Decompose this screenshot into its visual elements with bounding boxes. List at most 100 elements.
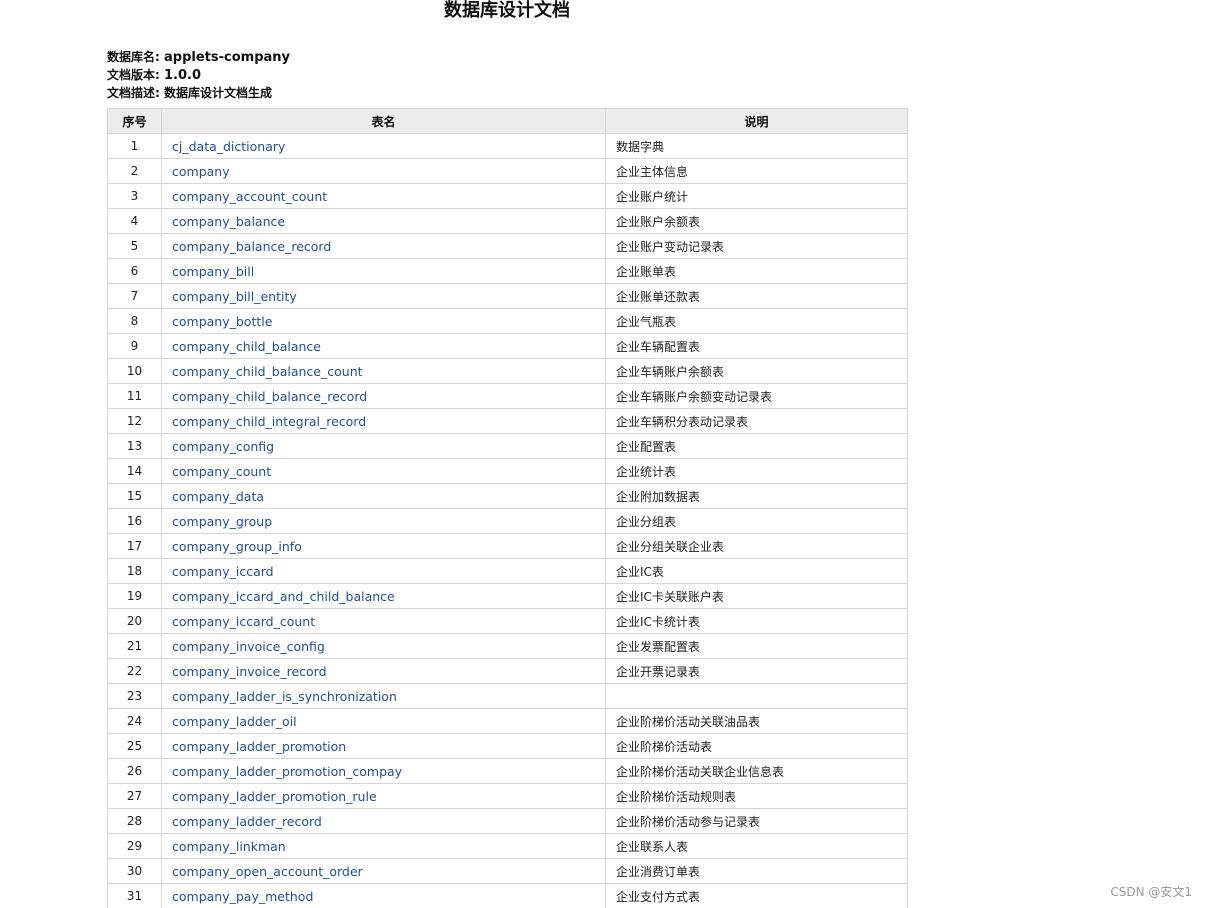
table-name-cell: company_ladder_is_synchronization <box>161 683 606 709</box>
table-description: 企业附加数据表 <box>605 483 908 509</box>
table-name-link[interactable]: company_pay_method <box>172 889 313 904</box>
table-description: 企业账单还款表 <box>605 283 908 309</box>
table-name-link[interactable]: company_child_balance <box>172 339 321 354</box>
table-row: 29 company_linkman 企业联系人表 <box>107 833 908 859</box>
table-description: 企业支付方式表 <box>605 883 908 908</box>
column-header-table-name: 表名 <box>161 108 606 134</box>
table-name-cell: cj_data_dictionary <box>161 133 606 159</box>
table-name-link[interactable]: company_iccard <box>172 564 274 579</box>
table-row: 8 company_bottle 企业气瓶表 <box>107 308 908 334</box>
table-name-link[interactable]: company_group <box>172 514 272 529</box>
row-index: 8 <box>107 308 162 334</box>
table-name-link[interactable]: company_iccard_count <box>172 614 315 629</box>
table-description: 企业账户变动记录表 <box>605 233 908 259</box>
table-name-link[interactable]: company_ladder_is_synchronization <box>172 689 397 704</box>
table-name-cell: company_pay_method <box>161 883 606 908</box>
table-description: 企业联系人表 <box>605 833 908 859</box>
table-name-cell: company_child_balance_count <box>161 358 606 384</box>
table-description: 企业开票记录表 <box>605 658 908 684</box>
table-description: 企业阶梯价活动关联油品表 <box>605 708 908 734</box>
row-index: 23 <box>107 683 162 709</box>
table-description: 企业阶梯价活动参与记录表 <box>605 808 908 834</box>
table-name-link[interactable]: company <box>172 164 230 179</box>
table-name-link[interactable]: company_child_balance_count <box>172 364 363 379</box>
row-index: 11 <box>107 383 162 409</box>
row-index: 16 <box>107 508 162 534</box>
table-name-link[interactable]: company_balance_record <box>172 239 331 254</box>
table-name-link[interactable]: company_invoice_config <box>172 639 325 654</box>
table-row: 11 company_child_balance_record 企业车辆账户余额变动… <box>107 383 908 409</box>
table-name-link[interactable]: company_bill_entity <box>172 289 297 304</box>
row-index: 3 <box>107 183 162 209</box>
version-row: 文档版本: 1.0.0 <box>107 66 290 84</box>
db-name-row: 数据库名: applets-company <box>107 48 290 66</box>
table-name-link[interactable]: company_account_count <box>172 189 327 204</box>
row-index: 10 <box>107 358 162 384</box>
table-name-cell: company_balance_record <box>161 233 606 259</box>
table-name-link[interactable]: company_open_account_order <box>172 864 363 879</box>
table-name-cell: company_data <box>161 483 606 509</box>
document-page: 数据库设计文档 数据库名: applets-company 文档版本: 1.0.… <box>0 0 1206 908</box>
table-description: 企业阶梯价活动关联企业信息表 <box>605 758 908 784</box>
table-name-link[interactable]: company_iccard_and_child_balance <box>172 589 395 604</box>
table-name-cell: company_account_count <box>161 183 606 209</box>
table-name-link[interactable]: company_group_info <box>172 539 302 554</box>
table-name-cell: company <box>161 158 606 184</box>
table-name-cell: company_ladder_record <box>161 808 606 834</box>
table-description: 企业消费订单表 <box>605 858 908 884</box>
table-name-cell: company_bill_entity <box>161 283 606 309</box>
table-description: 企业分组关联企业表 <box>605 533 908 559</box>
row-index: 17 <box>107 533 162 559</box>
description-value: 数据库设计文档生成 <box>164 86 273 100</box>
table-name-link[interactable]: company_child_integral_record <box>172 414 366 429</box>
table-name-link[interactable]: company_child_balance_record <box>172 389 367 404</box>
row-index: 20 <box>107 608 162 634</box>
table-row: 10 company_child_balance_count 企业车辆账户余额表 <box>107 358 908 384</box>
table-name-link[interactable]: company_ladder_promotion_rule <box>172 789 377 804</box>
table-name-cell: company_group_info <box>161 533 606 559</box>
table-description <box>605 683 908 709</box>
row-index: 30 <box>107 858 162 884</box>
table-name-link[interactable]: company_ladder_oil <box>172 714 297 729</box>
table-description: 企业IC卡统计表 <box>605 608 908 634</box>
table-description: 企业车辆积分表动记录表 <box>605 408 908 434</box>
table-name-link[interactable]: company_ladder_promotion_compay <box>172 764 402 779</box>
table-index: 序号 表名 说明 1 cj_data_dictionary 数据字典 2 company… <box>107 108 908 908</box>
row-index: 26 <box>107 758 162 784</box>
table-row: 30 company_open_account_order 企业消费订单表 <box>107 858 908 884</box>
table-name-cell: company_open_account_order <box>161 858 606 884</box>
table-name-link[interactable]: company_config <box>172 439 274 454</box>
table-name-link[interactable]: company_ladder_record <box>172 814 322 829</box>
table-description: 企业阶梯价活动规则表 <box>605 783 908 809</box>
version-value: 1.0.0 <box>164 68 202 83</box>
table-name-cell: company_iccard <box>161 558 606 584</box>
table-name-cell: company_balance <box>161 208 606 234</box>
table-row: 16 company_group 企业分组表 <box>107 508 908 534</box>
row-index: 14 <box>107 458 162 484</box>
row-index: 13 <box>107 433 162 459</box>
table-row: 28 company_ladder_record 企业阶梯价活动参与记录表 <box>107 808 908 834</box>
table-name-link[interactable]: company_count <box>172 464 271 479</box>
column-header-index: 序号 <box>107 108 162 134</box>
table-name-link[interactable]: company_invoice_record <box>172 664 327 679</box>
table-name-link[interactable]: company_data <box>172 489 264 504</box>
table-body: 1 cj_data_dictionary 数据字典 2 company 企业主体信息 3 co… <box>107 133 908 908</box>
doc-meta: 数据库名: applets-company 文档版本: 1.0.0 文档描述: … <box>107 48 290 102</box>
table-name-link[interactable]: company_balance <box>172 214 285 229</box>
table-name-link[interactable]: company_ladder_promotion <box>172 739 346 754</box>
table-name-link[interactable]: company_bottle <box>172 314 272 329</box>
table-name-cell: company_child_integral_record <box>161 408 606 434</box>
table-name-link[interactable]: company_linkman <box>172 839 286 854</box>
table-name-cell: company_ladder_promotion_rule <box>161 783 606 809</box>
table-name-link[interactable]: company_bill <box>172 264 254 279</box>
table-row: 12 company_child_integral_record 企业车辆积分表动记… <box>107 408 908 434</box>
table-description: 企业IC表 <box>605 558 908 584</box>
row-index: 5 <box>107 233 162 259</box>
table-description: 企业统计表 <box>605 458 908 484</box>
table-row: 19 company_iccard_and_child_balance 企业IC卡关… <box>107 583 908 609</box>
table-name-cell: company_invoice_record <box>161 658 606 684</box>
table-name-cell: company_linkman <box>161 833 606 859</box>
table-name-link[interactable]: cj_data_dictionary <box>172 139 285 154</box>
row-index: 9 <box>107 333 162 359</box>
table-description: 企业车辆配置表 <box>605 333 908 359</box>
